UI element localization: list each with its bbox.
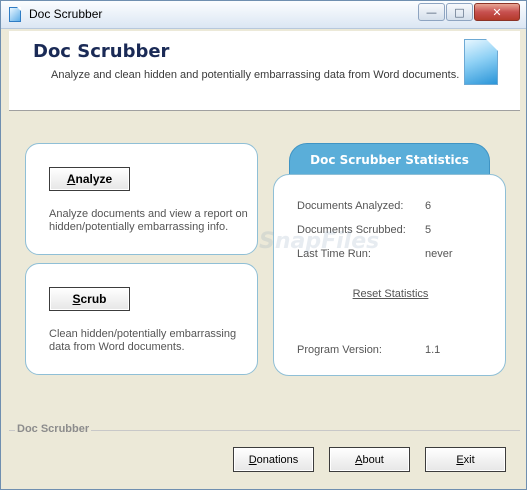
program-version-label: Program Version: <box>297 344 382 356</box>
footer-group-label: Doc Scrubber <box>15 423 92 435</box>
exit-label: xit <box>463 453 475 466</box>
documents-analyzed-value: 6 <box>425 200 432 212</box>
snapfiles-watermark: SnapFiles <box>259 229 380 254</box>
statistics-panel: Documents Analyzed: 6 Documents Scrubbed… <box>273 174 506 376</box>
about-label: bout <box>362 453 384 466</box>
analyze-accel: A <box>66 172 76 186</box>
documents-scrubbed-value: 5 <box>425 224 432 236</box>
exit-accel: E <box>456 453 464 466</box>
documents-analyzed-label: Documents Analyzed: <box>297 200 404 212</box>
app-window: Doc Scrubber — □ ✕ Doc Scrubber Analyze … <box>0 0 527 490</box>
analyze-button[interactable]: Analyze <box>49 167 130 191</box>
exit-button[interactable]: Exit <box>425 447 506 472</box>
scrub-panel: Scrub Clean hidden/potentially embarrass… <box>25 263 258 375</box>
title-bar[interactable]: Doc Scrubber — □ ✕ <box>1 1 526 29</box>
header-banner: Doc Scrubber Analyze and clean hidden an… <box>9 31 520 111</box>
donations-accel: D <box>248 453 257 466</box>
maximize-button[interactable]: □ <box>446 3 473 21</box>
analyze-label: nalyze <box>75 172 113 186</box>
scrub-accel: S <box>72 292 81 306</box>
analyze-description: Analyze documents and view a report on h… <box>49 208 248 233</box>
program-version-value: 1.1 <box>425 344 441 356</box>
document-icon <box>9 7 21 22</box>
page-title: Doc Scrubber <box>33 41 170 62</box>
about-button[interactable]: About <box>329 447 410 472</box>
donations-label: onations <box>256 453 299 466</box>
scrub-description: Clean hidden/potentially embarrassing da… <box>49 328 237 353</box>
about-accel: A <box>355 453 363 466</box>
document-icon <box>464 39 498 85</box>
reset-statistics-link[interactable]: Reset Statistics <box>274 288 507 300</box>
scrub-label: crub <box>80 292 107 306</box>
analyze-panel: Analyze Analyze documents and view a rep… <box>25 143 258 255</box>
minimize-button[interactable]: — <box>418 3 445 21</box>
donations-button[interactable]: Donations <box>233 447 314 472</box>
scrub-button[interactable]: Scrub <box>49 287 130 311</box>
page-subtitle: Analyze and clean hidden and potentially… <box>51 69 460 81</box>
close-button[interactable]: ✕ <box>474 3 520 21</box>
last-time-run-value: never <box>425 248 453 260</box>
window-title: Doc Scrubber <box>29 7 103 21</box>
